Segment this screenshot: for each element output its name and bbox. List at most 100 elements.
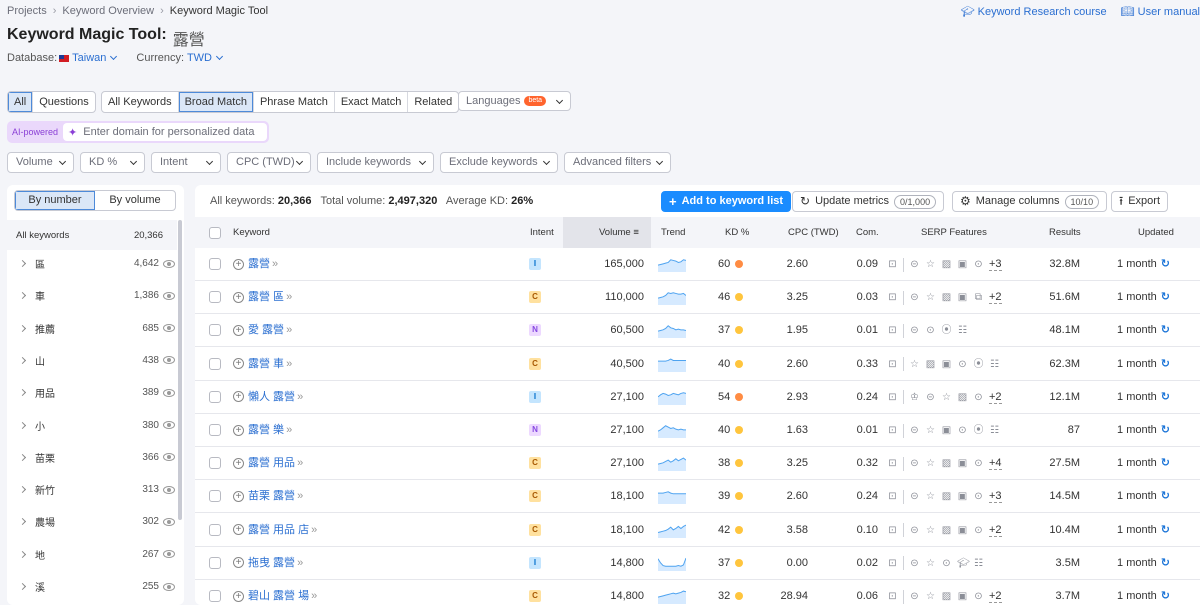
double-chevron-icon[interactable]: » (286, 291, 292, 303)
serp-analysis-icon[interactable]: ⊡ (887, 580, 898, 605)
filter-exclude-keywords-dropdown[interactable]: Exclude keywords (440, 152, 558, 173)
eye-icon[interactable] (163, 453, 175, 462)
keyword-group-item[interactable]: 推薦 685 (7, 312, 177, 345)
chevron-right-icon[interactable] (18, 259, 27, 268)
chevron-right-icon[interactable] (18, 421, 27, 429)
eye-icon[interactable] (163, 324, 175, 333)
col-cpc[interactable]: CPC (TWD) (788, 217, 839, 248)
more-serp-features[interactable]: +3 (989, 490, 1002, 504)
double-chevron-icon[interactable]: » (311, 524, 317, 536)
keyword-group-item[interactable]: 小 380 (7, 409, 177, 442)
eye-icon[interactable] (163, 421, 175, 429)
row-checkbox[interactable] (209, 457, 221, 470)
add-keyword-icon[interactable]: + (233, 391, 244, 403)
add-keyword-icon[interactable]: + (233, 457, 244, 469)
keyword-link[interactable]: 苗栗 露營 (248, 490, 295, 502)
double-chevron-icon[interactable]: » (286, 324, 292, 336)
refresh-icon[interactable]: ↻ (1161, 324, 1170, 336)
more-serp-features[interactable]: +2 (989, 291, 1002, 305)
serp-analysis-icon[interactable]: ⊡ (887, 414, 898, 447)
breadcrumb-projects[interactable]: Projects (7, 5, 47, 17)
serp-analysis-icon[interactable]: ⊡ (887, 348, 898, 381)
row-checkbox[interactable] (209, 490, 221, 503)
sidebar-scrollbar[interactable] (178, 220, 182, 520)
eye-icon[interactable] (163, 485, 175, 494)
refresh-icon[interactable]: ↻ (1161, 557, 1170, 569)
refresh-icon[interactable]: ↻ (1161, 291, 1170, 303)
keyword-link[interactable]: 露營 車 (248, 358, 284, 370)
keyword-group-item[interactable]: 新竹 313 (7, 473, 177, 506)
double-chevron-icon[interactable]: » (297, 490, 303, 502)
serp-analysis-icon[interactable]: ⊡ (887, 547, 898, 580)
chevron-right-icon[interactable] (18, 292, 27, 300)
languages-dropdown[interactable]: Languages beta (458, 91, 571, 111)
filter-include-keywords-dropdown[interactable]: Include keywords (317, 152, 434, 173)
tab-all-keywords[interactable]: All Keywords (102, 92, 179, 112)
chevron-right-icon[interactable] (18, 486, 27, 494)
add-keyword-icon[interactable]: + (233, 557, 244, 569)
col-volume[interactable]: Volume ≡ (599, 217, 639, 248)
eye-icon[interactable] (163, 517, 175, 526)
refresh-icon[interactable]: ↻ (1161, 490, 1170, 502)
filter-kd-dropdown[interactable]: KD % (80, 152, 145, 173)
keyword-link[interactable]: 露營 (248, 258, 270, 270)
add-keyword-icon[interactable]: + (233, 324, 244, 336)
serp-analysis-icon[interactable]: ⊡ (887, 480, 898, 513)
col-keyword[interactable]: Keyword (233, 217, 270, 248)
col-serp-features[interactable]: SERP Features (921, 217, 987, 248)
row-checkbox[interactable] (209, 258, 221, 270)
serp-analysis-icon[interactable]: ⊡ (887, 514, 898, 547)
tab-broad-match[interactable]: Broad Match (178, 92, 254, 112)
keyword-link[interactable]: 碧山 露營 場 (248, 590, 309, 602)
keyword-link[interactable]: 露營 區 (248, 291, 284, 303)
by-number-button[interactable]: By number (15, 191, 95, 210)
chevron-right-icon[interactable] (18, 550, 27, 558)
keyword-group-item[interactable]: 山 438 (7, 344, 177, 377)
keyword-link[interactable]: 露營 用品 (248, 457, 295, 469)
manage-columns-button[interactable]: ⚙ Manage columns 10/10 (952, 191, 1108, 212)
tab-phrase-match[interactable]: Phrase Match (254, 92, 335, 112)
eye-icon[interactable] (163, 259, 175, 268)
select-all-checkbox[interactable] (209, 227, 221, 239)
serp-analysis-icon[interactable]: ⊡ (887, 314, 898, 347)
eye-icon[interactable] (163, 550, 175, 559)
chevron-right-icon[interactable] (18, 518, 27, 526)
col-com[interactable]: Com. (856, 217, 879, 248)
filter-intent-dropdown[interactable]: Intent (151, 152, 221, 173)
row-checkbox[interactable] (209, 523, 221, 536)
keyword-link[interactable]: 露營 樂 (248, 424, 284, 436)
col-results[interactable]: Results (1049, 217, 1081, 248)
refresh-icon[interactable]: ↻ (1161, 424, 1170, 436)
row-checkbox[interactable] (209, 556, 221, 569)
tab-related[interactable]: Related (408, 92, 458, 112)
export-button[interactable]: ⭱ Export (1111, 191, 1168, 212)
all-keywords-group[interactable]: All keywords 20,366 (7, 220, 177, 250)
tab-questions[interactable]: Questions (33, 92, 95, 112)
more-serp-features[interactable]: +4 (989, 457, 1002, 471)
chevron-right-icon[interactable] (18, 356, 27, 364)
refresh-icon[interactable]: ↻ (1161, 258, 1170, 270)
keyword-group-item[interactable]: 區 4,642 (7, 247, 177, 280)
keyword-group-item[interactable]: 用品 389 (7, 376, 177, 409)
tab-exact-match[interactable]: Exact Match (335, 92, 409, 112)
eye-icon[interactable] (163, 291, 175, 300)
add-keyword-icon[interactable]: + (233, 490, 244, 502)
keyword-link[interactable]: 拖曳 露營 (248, 557, 295, 569)
col-intent[interactable]: Intent (530, 217, 554, 248)
serp-analysis-icon[interactable]: ⊡ (887, 381, 898, 414)
row-checkbox[interactable] (209, 390, 221, 403)
col-updated[interactable]: Updated (1138, 217, 1174, 248)
row-checkbox[interactable] (209, 357, 221, 370)
more-serp-features[interactable]: +2 (989, 524, 1002, 537)
row-checkbox[interactable] (209, 424, 221, 436)
domain-input[interactable]: ✦ Enter domain for personalized data (63, 123, 267, 141)
add-keyword-icon[interactable]: + (233, 524, 244, 536)
double-chevron-icon[interactable]: » (286, 358, 292, 370)
refresh-icon[interactable]: ↻ (1161, 590, 1170, 602)
database-selector[interactable]: Database: Taiwan (7, 52, 118, 64)
double-chevron-icon[interactable]: » (286, 424, 292, 436)
chevron-right-icon[interactable] (18, 389, 27, 397)
add-keyword-icon[interactable]: + (233, 424, 244, 436)
eye-icon[interactable] (163, 388, 175, 397)
add-keyword-icon[interactable]: + (233, 258, 244, 270)
